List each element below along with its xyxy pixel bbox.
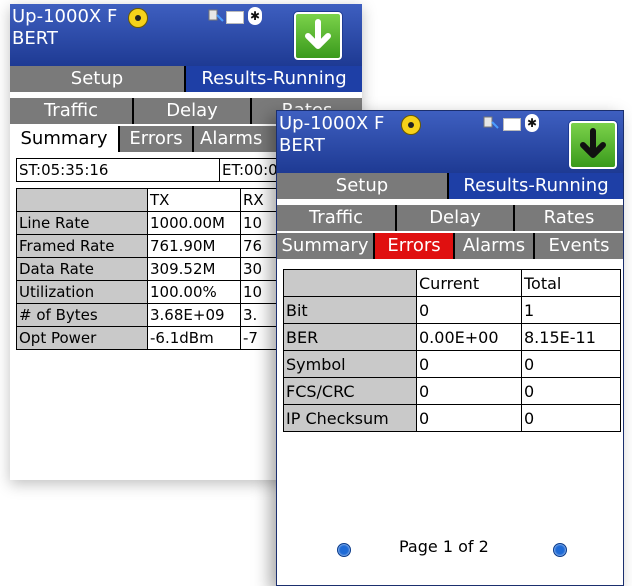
row-label: Utilization bbox=[16, 280, 148, 304]
start-time: ST:05:35:16 bbox=[16, 158, 220, 182]
row-label: # of Bytes bbox=[16, 303, 148, 327]
table-row: IP Checksum 0 0 bbox=[283, 404, 621, 432]
main-tabs: Setup Results-Running bbox=[277, 173, 623, 199]
tab-results-running[interactable]: Results-Running bbox=[449, 173, 623, 199]
status-yellow-icon bbox=[128, 8, 148, 28]
page-indicator: Page 1 of 2 bbox=[399, 537, 489, 556]
tab-delay[interactable]: Delay bbox=[397, 205, 515, 231]
battery-icon bbox=[503, 118, 521, 131]
tab-summary[interactable]: Summary bbox=[10, 126, 120, 152]
tab-errors[interactable]: Errors bbox=[375, 233, 455, 259]
tab-summary[interactable]: Summary bbox=[277, 233, 375, 259]
table-header: Total bbox=[521, 269, 621, 297]
title-bar: Up-1000X F BERT ✱ bbox=[10, 4, 362, 66]
tab-traffic[interactable]: Traffic bbox=[10, 98, 134, 124]
tab-results-running[interactable]: Results-Running bbox=[186, 66, 362, 92]
table-row: FCS/CRC 0 0 bbox=[283, 377, 621, 405]
table-header bbox=[16, 188, 148, 212]
download-button[interactable] bbox=[294, 12, 342, 60]
table-row: BER 0.00E+00 8.15E-11 bbox=[283, 323, 621, 351]
current-value: 0.00E+00 bbox=[416, 323, 522, 351]
ethernet-plug-icon bbox=[483, 116, 499, 129]
row-label: Symbol bbox=[283, 350, 417, 378]
row-label: BER bbox=[283, 323, 417, 351]
total-value: 8.15E-11 bbox=[521, 323, 621, 351]
app-title: Up-1000X F BERT bbox=[12, 6, 118, 49]
prev-page-icon[interactable] bbox=[337, 543, 351, 557]
row-label: Bit bbox=[283, 296, 417, 324]
table-row: Bit 0 1 bbox=[283, 296, 621, 324]
download-arrow-icon bbox=[305, 19, 331, 49]
row-label: Data Rate bbox=[16, 257, 148, 281]
tx-value: 100.00% bbox=[147, 280, 241, 304]
main-tabs: Setup Results-Running bbox=[10, 66, 362, 92]
tx-value: 1000.00M bbox=[147, 211, 241, 235]
row-label: Framed Rate bbox=[16, 234, 148, 258]
errors-screen: Up-1000X F BERT ✱ Setup Results-Running … bbox=[276, 110, 624, 586]
current-value: 0 bbox=[416, 404, 522, 432]
view-tabs: Summary Errors Alarms Events bbox=[277, 233, 623, 259]
table-header: Current bbox=[416, 269, 522, 297]
tab-delay[interactable]: Delay bbox=[134, 98, 252, 124]
table-header: TX bbox=[147, 188, 241, 212]
download-arrow-icon bbox=[580, 128, 606, 158]
bluetooth-icon: ✱ bbox=[525, 114, 539, 132]
tab-events[interactable]: Events bbox=[535, 233, 623, 259]
tx-value: 309.52M bbox=[147, 257, 241, 281]
tab-alarms[interactable]: Alarms bbox=[455, 233, 535, 259]
next-page-icon[interactable] bbox=[553, 543, 567, 557]
tab-setup[interactable]: Setup bbox=[277, 173, 449, 199]
sub-tabs: Traffic Delay Rates bbox=[277, 205, 623, 231]
table-row: Symbol 0 0 bbox=[283, 350, 621, 378]
total-value: 0 bbox=[521, 377, 621, 405]
total-value: 1 bbox=[521, 296, 621, 324]
row-label: Line Rate bbox=[16, 211, 148, 235]
tab-errors[interactable]: Errors bbox=[120, 126, 194, 152]
total-value: 0 bbox=[521, 404, 621, 432]
current-value: 0 bbox=[416, 377, 522, 405]
total-value: 0 bbox=[521, 350, 621, 378]
tab-traffic[interactable]: Traffic bbox=[277, 205, 397, 231]
row-label: FCS/CRC bbox=[283, 377, 417, 405]
row-label: Opt Power bbox=[16, 326, 148, 350]
app-title: Up-1000X F BERT bbox=[279, 113, 385, 156]
tab-rates[interactable]: Rates bbox=[515, 205, 623, 231]
tab-setup[interactable]: Setup bbox=[10, 66, 186, 92]
current-value: 0 bbox=[416, 296, 522, 324]
errors-table: Current Total Bit 0 1 BER 0.00E+00 8.15E… bbox=[283, 269, 621, 432]
bluetooth-icon: ✱ bbox=[248, 7, 262, 25]
title-bar: Up-1000X F BERT ✱ bbox=[277, 111, 623, 173]
ethernet-plug-icon bbox=[208, 9, 224, 22]
tx-value: 761.90M bbox=[147, 234, 241, 258]
table-header bbox=[283, 269, 417, 297]
current-value: 0 bbox=[416, 350, 522, 378]
row-label: IP Checksum bbox=[283, 404, 417, 432]
tx-value: 3.68E+09 bbox=[147, 303, 241, 327]
table-header-row: Current Total bbox=[283, 269, 621, 297]
download-button[interactable] bbox=[569, 121, 617, 169]
tx-value: -6.1dBm bbox=[147, 326, 241, 350]
status-yellow-icon bbox=[401, 115, 421, 135]
battery-icon bbox=[226, 11, 244, 24]
